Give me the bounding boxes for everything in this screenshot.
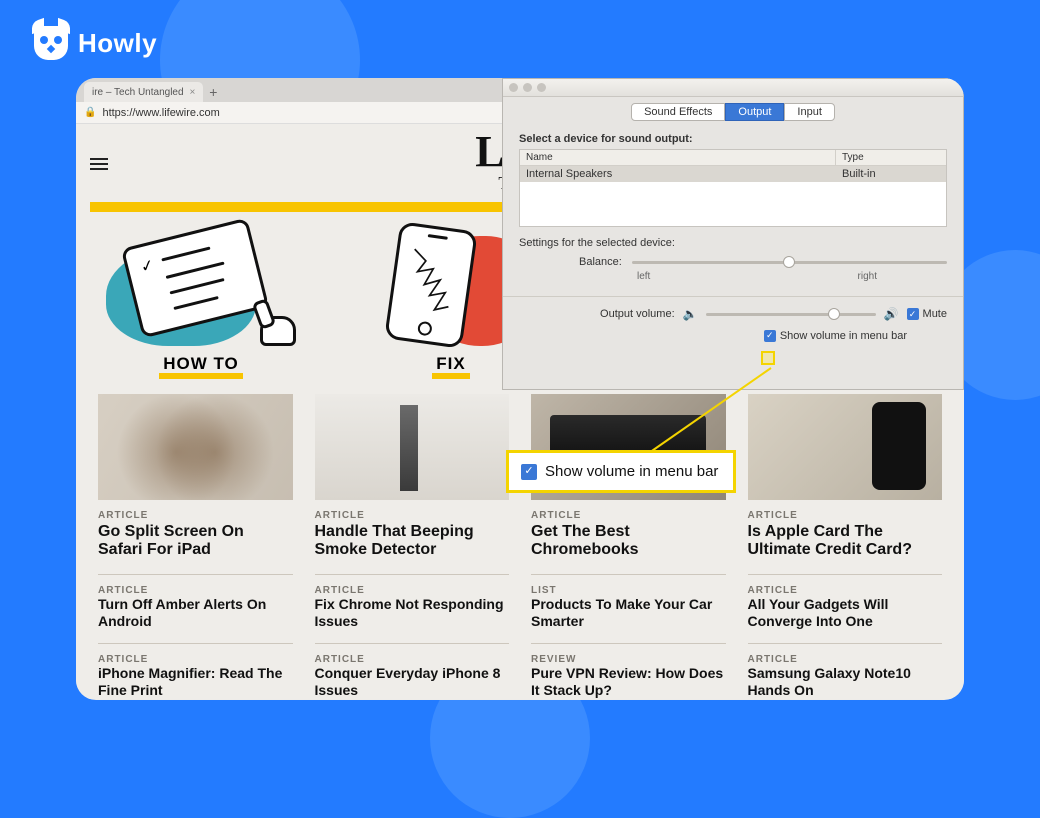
- mute-checkbox[interactable]: ✓Mute: [907, 308, 947, 320]
- article-column: ARTICLE Get The Best Chromebooks LIST Pr…: [531, 394, 726, 699]
- article-kicker: ARTICLE: [531, 510, 726, 521]
- article-title[interactable]: Get The Best Chromebooks: [531, 523, 726, 560]
- article-column: ARTICLE Handle That Beeping Smoke Detect…: [315, 394, 510, 699]
- show-volume-label: Show volume in menu bar: [780, 330, 907, 342]
- article-title[interactable]: Go Split Screen On Safari For iPad: [98, 523, 293, 560]
- balance-left-label: left: [637, 271, 650, 282]
- sound-tabs: Sound Effects Output Input: [503, 103, 963, 121]
- hero-fix-label: FIX: [432, 354, 469, 379]
- article-kicker: ARTICLE: [315, 654, 510, 665]
- traffic-lights-icon[interactable]: [509, 83, 546, 92]
- article-kicker: ARTICLE: [315, 585, 510, 596]
- article-kicker: ARTICLE: [748, 510, 943, 521]
- lock-icon: 🔒: [84, 107, 96, 118]
- callout-label: Show volume in menu bar: [545, 463, 718, 480]
- article-title[interactable]: Conquer Everyday iPhone 8 Issues: [315, 665, 510, 699]
- article-kicker: ARTICLE: [98, 654, 293, 665]
- article-kicker: LIST: [531, 585, 726, 596]
- hero-howto[interactable]: ✓ HOW TO: [106, 226, 296, 374]
- article-kicker: ARTICLE: [748, 585, 943, 596]
- article-title[interactable]: Turn Off Amber Alerts On Android: [98, 596, 293, 630]
- highlight-marker: [761, 351, 775, 365]
- hero-howto-label: HOW TO: [159, 354, 243, 379]
- article-title[interactable]: Is Apple Card The Ultimate Credit Card?: [748, 523, 943, 560]
- article-thumb[interactable]: [98, 394, 293, 500]
- hamburger-icon[interactable]: [90, 158, 108, 170]
- callout-show-volume: ✓ Show volume in menu bar: [506, 450, 736, 493]
- article-kicker: REVIEW: [531, 654, 726, 665]
- article-kicker: ARTICLE: [315, 510, 510, 521]
- screenshot-card: ire – Tech Untangled × + 🔒 https://www.l…: [76, 78, 964, 700]
- article-kicker: ARTICLE: [748, 654, 943, 665]
- url-text: https://www.lifewire.com: [102, 107, 219, 119]
- col-name: Name: [520, 150, 836, 165]
- tab-output[interactable]: Output: [725, 103, 784, 121]
- article-title[interactable]: iPhone Magnifier: Read The Fine Print: [98, 665, 293, 699]
- howly-brand-text: Howly: [78, 28, 157, 59]
- article-thumb[interactable]: [748, 394, 943, 500]
- output-device-table[interactable]: Name Type Internal Speakers Built-in: [519, 149, 947, 227]
- mute-label: Mute: [923, 308, 947, 320]
- new-tab-button[interactable]: +: [203, 84, 223, 102]
- article-title[interactable]: Handle That Beeping Smoke Detector: [315, 523, 510, 560]
- article-column: ARTICLE Is Apple Card The Ultimate Credi…: [748, 394, 943, 699]
- article-title[interactable]: Samsung Galaxy Note10 Hands On: [748, 665, 943, 699]
- article-title[interactable]: Products To Make Your Car Smarter: [531, 596, 726, 630]
- show-volume-checkbox[interactable]: ✓Show volume in menu bar: [764, 330, 907, 342]
- article-grid: ARTICLE Go Split Screen On Safari For iP…: [76, 380, 964, 699]
- output-volume-slider[interactable]: [706, 307, 876, 321]
- device-name: Internal Speakers: [520, 166, 836, 182]
- tab-sound-effects[interactable]: Sound Effects: [631, 103, 725, 121]
- balance-right-label: right: [858, 271, 877, 282]
- article-kicker: ARTICLE: [98, 510, 293, 521]
- select-device-label: Select a device for sound output:: [519, 133, 947, 145]
- article-kicker: ARTICLE: [98, 585, 293, 596]
- checkbox-icon: ✓: [521, 464, 537, 480]
- tab-input[interactable]: Input: [784, 103, 834, 121]
- howly-logo: Howly: [34, 26, 157, 60]
- article-column: ARTICLE Go Split Screen On Safari For iP…: [98, 394, 293, 699]
- owl-icon: [34, 26, 68, 60]
- close-icon[interactable]: ×: [190, 87, 196, 98]
- output-volume-label: Output volume:: [600, 308, 675, 320]
- article-title[interactable]: Pure VPN Review: How Does It Stack Up?: [531, 665, 726, 699]
- window-titlebar[interactable]: [503, 79, 963, 97]
- speaker-low-icon: 🔈: [683, 307, 698, 321]
- tab-title: ire – Tech Untangled: [92, 87, 184, 98]
- balance-slider[interactable]: [632, 255, 947, 269]
- article-thumb[interactable]: [315, 394, 510, 500]
- article-title[interactable]: Fix Chrome Not Responding Issues: [315, 596, 510, 630]
- device-type: Built-in: [836, 166, 946, 182]
- sound-preferences-panel: Sound Effects Output Input Select a devi…: [502, 78, 964, 390]
- balance-label: Balance:: [579, 256, 622, 268]
- article-title[interactable]: All Your Gadgets Will Converge Into One: [748, 596, 943, 630]
- browser-tab[interactable]: ire – Tech Untangled ×: [84, 82, 203, 102]
- col-type: Type: [836, 150, 946, 165]
- device-row[interactable]: Internal Speakers Built-in: [520, 166, 946, 182]
- device-settings-label: Settings for the selected device:: [519, 237, 947, 249]
- speaker-high-icon: 🔊: [884, 307, 899, 321]
